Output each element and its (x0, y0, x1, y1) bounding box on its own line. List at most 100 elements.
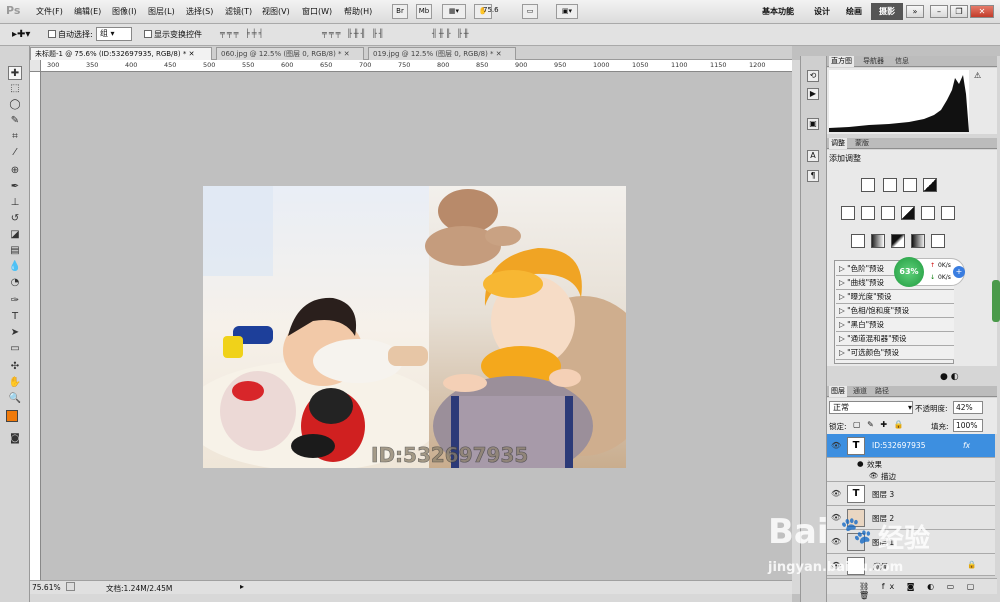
menu-image[interactable]: 图像(I) (112, 6, 137, 17)
tab-navigator[interactable]: 导航器 (861, 56, 886, 67)
vibrance-icon[interactable] (841, 206, 855, 220)
invert-icon[interactable] (851, 234, 865, 248)
photo-filter-icon[interactable] (921, 206, 935, 220)
preset-black-white[interactable]: ▷ "黑白"预设 (836, 318, 954, 332)
screen-scroll-knob[interactable] (992, 280, 1000, 322)
blur-tool-icon[interactable]: 💧 (8, 260, 22, 274)
workspace-essentials[interactable]: 基本功能 (762, 6, 794, 17)
layer-3[interactable]: 👁 T 图层 3 (827, 482, 995, 506)
tab-info[interactable]: 信息 (893, 56, 911, 67)
hue-saturation-icon[interactable] (861, 206, 875, 220)
preset-hue-saturation[interactable]: ▷ "色相/饱和度"预设 (836, 304, 954, 318)
foreground-color-swatch[interactable] (6, 410, 18, 422)
close-tab-icon[interactable]: ✕ (496, 50, 502, 58)
align-buttons-group[interactable]: ╤╤╤ ╞╪╡ (220, 29, 265, 38)
horizontal-scrollbar[interactable] (30, 594, 792, 602)
preset-channel-mixer[interactable]: ▷ "通道混和器"预设 (836, 332, 954, 346)
document-canvas[interactable]: ID:532697935 (203, 186, 626, 468)
tab-channels[interactable]: 通道 (851, 386, 869, 397)
zoom-level[interactable]: 75.6 (483, 6, 499, 14)
preset-exposure[interactable]: ▷ "曝光度"预设 (836, 290, 954, 304)
selective-color-icon[interactable] (931, 234, 945, 248)
menu-select[interactable]: 选择(S) (186, 6, 213, 17)
show-transform-checkbox[interactable] (144, 30, 152, 38)
shape-tool-icon[interactable]: ▭ (8, 342, 22, 356)
opacity-input[interactable]: 42% (953, 401, 983, 414)
type-tool-icon[interactable]: T (8, 310, 22, 324)
gradient-tool-icon[interactable]: ▤ (8, 244, 22, 258)
net-percent[interactable]: 63% (894, 257, 924, 287)
curves-icon[interactable] (903, 178, 917, 192)
net-add-icon[interactable]: + (953, 266, 965, 278)
workspace-menu-button[interactable]: » (906, 5, 924, 18)
quick-mask-icon[interactable]: ◙ (8, 432, 22, 446)
fx-icon[interactable]: fx (963, 441, 970, 450)
eye-icon[interactable]: 👁 (831, 441, 841, 450)
fill-input[interactable]: 100% (953, 419, 983, 432)
brightness-icon[interactable] (861, 178, 875, 192)
adjust-footer-icons[interactable]: ● ◐ (940, 372, 959, 382)
tab-adjustments[interactable]: 调整 (829, 138, 847, 149)
path-select-icon[interactable]: ➤ (8, 326, 22, 340)
eyedropper-tool-icon[interactable]: ⁄ (8, 146, 22, 160)
levels-icon[interactable] (883, 178, 897, 192)
tool-presets-icon[interactable]: ▣ (807, 118, 819, 130)
eye-icon[interactable]: 👁 (831, 489, 841, 498)
menu-layer[interactable]: 图层(L) (148, 6, 175, 17)
doc-tab-untitled[interactable]: 未标题-1 @ 75.6% (ID:532697935, RGB/8) * ✕ (30, 47, 212, 60)
minibridge-button[interactable]: Mb (416, 4, 432, 19)
brush-tool-icon[interactable]: ✒ (8, 180, 22, 194)
layers-footer-icons[interactable]: ⛓ fx ◙ ◐ ▭ ▢ 🗑 (859, 582, 997, 600)
menu-edit[interactable]: 编辑(E) (74, 6, 101, 17)
menu-view[interactable]: 视图(V) (262, 6, 290, 17)
quick-select-tool-icon[interactable]: ✎ (8, 114, 22, 128)
layer-effects-row[interactable]: ● 效果 (827, 458, 995, 470)
menu-help[interactable]: 帮助(H) (344, 6, 372, 17)
channel-mixer-icon[interactable] (941, 206, 955, 220)
tab-paths[interactable]: 路径 (873, 386, 891, 397)
distribute-buttons-group[interactable]: ╤╤╤ ╟╫╢ ╟╢ (322, 29, 386, 38)
close-tab-icon[interactable]: ✕ (189, 50, 195, 58)
layer-id-text[interactable]: 👁 T ID:532697935 fx (827, 434, 995, 458)
history-panel-icon[interactable]: ⟲ (807, 70, 819, 82)
color-balance-icon[interactable] (881, 206, 895, 220)
preset-selective-color[interactable]: ▷ "可选颜色"预设 (836, 346, 954, 360)
tab-masks[interactable]: 蒙版 (853, 138, 871, 149)
distribute-h-buttons-group[interactable]: ╢╫╟ ╟╫ (432, 29, 471, 38)
move-tool-icon[interactable]: ✚ (8, 66, 22, 80)
workspace-painting[interactable]: 绘画 (846, 6, 862, 17)
ruler-origin[interactable] (30, 60, 41, 72)
history-brush-icon[interactable]: ↺ (8, 212, 22, 226)
marquee-tool-icon[interactable]: ⬚ (8, 82, 22, 96)
posterize-icon[interactable] (871, 234, 885, 248)
arrange-docs-button[interactable]: ▭ (522, 4, 538, 19)
lasso-tool-icon[interactable]: ◯ (8, 98, 22, 112)
view-extras-button[interactable]: ▦▾ (442, 4, 466, 19)
gradient-map-icon[interactable] (911, 234, 925, 248)
stroke-eye-icon[interactable]: 👁 (869, 471, 879, 480)
layer-stroke-row[interactable]: 👁 描边 (827, 470, 995, 482)
healing-brush-icon[interactable]: ⊕ (8, 164, 22, 178)
doc-tab-060[interactable]: 060.jpg @ 12.5% (图层 0, RGB/8) * ✕ (216, 47, 364, 60)
menu-window[interactable]: 窗口(W) (302, 6, 332, 17)
eraser-tool-icon[interactable]: ◪ (8, 228, 22, 242)
pen-tool-icon[interactable]: ✑ (8, 294, 22, 308)
dodge-tool-icon[interactable]: ◔ (8, 276, 22, 290)
lock-icons[interactable]: ▢ ✎ ✚ 🔒 (853, 420, 906, 429)
hand-tool-icon[interactable]: ✋ (8, 376, 22, 390)
black-white-icon[interactable] (901, 206, 915, 220)
minimize-button[interactable]: – (930, 5, 948, 18)
workspace-design[interactable]: 设计 (814, 6, 830, 17)
restore-button[interactable]: ❐ (950, 5, 968, 18)
actions-panel-icon[interactable]: ▶ (807, 88, 819, 100)
workspace-photography[interactable]: 摄影 (871, 3, 903, 20)
auto-select-checkbox[interactable] (48, 30, 56, 38)
auto-select-dropdown[interactable]: 组 ▾ (96, 27, 132, 41)
clone-stamp-icon[interactable]: ⊥ (8, 196, 22, 210)
character-panel-icon[interactable]: A (807, 150, 819, 162)
paragraph-panel-icon[interactable]: ¶ (807, 170, 819, 182)
threshold-icon[interactable] (891, 234, 905, 248)
close-button[interactable]: ✕ (970, 5, 994, 18)
menu-file[interactable]: 文件(F) (36, 6, 63, 17)
tab-histogram[interactable]: 直方图 (829, 56, 854, 67)
